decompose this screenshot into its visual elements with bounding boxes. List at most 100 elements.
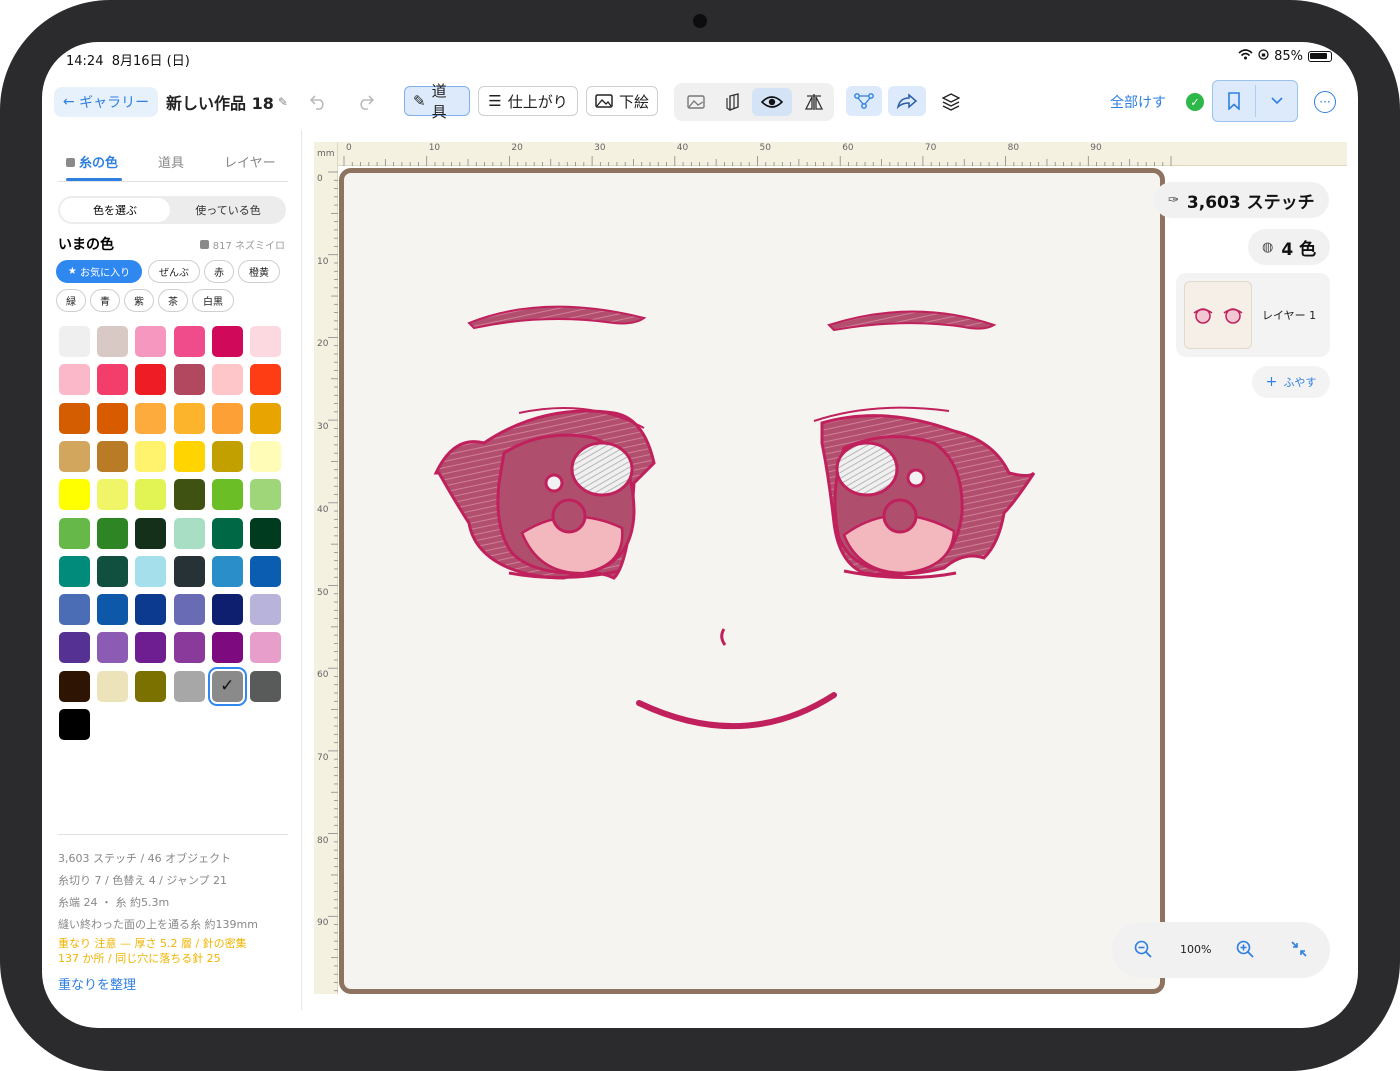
segment-pick-color[interactable]: 色を選ぶ bbox=[60, 198, 170, 222]
color-swatch[interactable] bbox=[211, 632, 243, 664]
color-swatch[interactable] bbox=[173, 670, 205, 702]
color-swatch[interactable] bbox=[173, 555, 205, 587]
color-swatch[interactable] bbox=[173, 402, 205, 434]
add-layer-button[interactable]: + ふやす bbox=[1252, 366, 1330, 398]
color-swatch[interactable] bbox=[173, 364, 205, 396]
color-swatch[interactable] bbox=[173, 517, 205, 549]
color-swatch[interactable] bbox=[97, 632, 129, 664]
right-eyebrow[interactable] bbox=[827, 310, 997, 332]
preview-eye-toggle[interactable] bbox=[752, 88, 792, 116]
color-swatch[interactable] bbox=[173, 326, 205, 357]
color-swatch[interactable] bbox=[211, 479, 243, 511]
color-swatch[interactable] bbox=[135, 402, 167, 434]
left-eye[interactable] bbox=[433, 407, 656, 580]
embroidery-hoop[interactable] bbox=[339, 168, 1165, 994]
color-swatch[interactable] bbox=[211, 402, 243, 434]
color-swatch[interactable] bbox=[173, 440, 205, 472]
tidy-overlaps-link[interactable]: 重なりを整理 bbox=[58, 974, 136, 993]
color-swatch[interactable] bbox=[97, 402, 129, 434]
layers-3d-toggle[interactable] bbox=[720, 88, 748, 116]
share-button[interactable] bbox=[888, 86, 926, 116]
color-swatch[interactable] bbox=[97, 326, 129, 357]
layer-card[interactable]: レイヤー 1 bbox=[1176, 273, 1330, 357]
color-swatch[interactable] bbox=[59, 555, 90, 587]
embroidery-design[interactable] bbox=[344, 173, 1160, 989]
zoom-out-button[interactable] bbox=[1134, 940, 1152, 962]
color-swatch[interactable] bbox=[173, 594, 205, 626]
color-swatch[interactable] bbox=[250, 555, 281, 587]
show-underlay-toggle[interactable] bbox=[682, 88, 710, 116]
redo-button[interactable] bbox=[352, 88, 380, 116]
color-swatch[interactable] bbox=[173, 479, 205, 511]
tool-mode-button[interactable]: ✎ 道具 bbox=[404, 82, 470, 121]
project-title[interactable]: 新しい作品 18 ✎ bbox=[166, 87, 288, 117]
color-swatch[interactable] bbox=[97, 364, 129, 396]
color-swatch[interactable] bbox=[211, 517, 243, 549]
color-swatch[interactable] bbox=[135, 670, 167, 702]
filter-favorites[interactable]: ★ お気に入り bbox=[56, 260, 142, 283]
color-swatch[interactable] bbox=[211, 555, 243, 587]
right-eye[interactable] bbox=[813, 406, 1036, 580]
color-swatch[interactable] bbox=[135, 479, 167, 511]
color-swatch[interactable] bbox=[250, 402, 281, 434]
gallery-back-button[interactable]: ← ギャラリー bbox=[54, 87, 158, 117]
color-swatch[interactable] bbox=[59, 364, 90, 396]
layers-button[interactable] bbox=[936, 88, 966, 116]
color-swatch[interactable] bbox=[59, 440, 90, 472]
swatch-selected[interactable]: ✓ bbox=[207, 666, 247, 706]
tab-thread-color[interactable]: 糸の色 bbox=[66, 152, 118, 171]
tab-layers[interactable]: レイヤー bbox=[224, 152, 276, 171]
color-swatch[interactable] bbox=[135, 555, 167, 587]
color-swatch[interactable] bbox=[250, 364, 281, 396]
finish-mode-button[interactable]: ☰ 仕上がり bbox=[478, 86, 578, 116]
color-swatch[interactable] bbox=[59, 326, 90, 357]
color-swatch[interactable] bbox=[97, 517, 129, 549]
color-swatch[interactable] bbox=[59, 594, 90, 626]
filter-red[interactable]: 赤 bbox=[204, 260, 234, 283]
color-swatch[interactable] bbox=[97, 440, 129, 472]
color-swatch[interactable] bbox=[97, 555, 129, 587]
color-swatch[interactable] bbox=[211, 594, 243, 626]
filter-black-white[interactable]: 白黒 bbox=[192, 289, 234, 312]
color-swatch[interactable] bbox=[59, 479, 90, 511]
color-swatch[interactable] bbox=[250, 440, 281, 472]
color-swatch[interactable] bbox=[59, 632, 90, 664]
tab-tools[interactable]: 道具 bbox=[158, 152, 184, 171]
underlay-button[interactable]: 下絵 bbox=[586, 86, 658, 116]
color-swatch[interactable] bbox=[59, 517, 90, 549]
color-swatch[interactable] bbox=[250, 632, 281, 664]
color-swatch[interactable] bbox=[59, 709, 90, 740]
filter-brown[interactable]: 茶 bbox=[158, 289, 188, 312]
color-swatch[interactable] bbox=[211, 326, 243, 357]
mouth-stitch[interactable] bbox=[636, 692, 837, 730]
color-swatch[interactable] bbox=[97, 670, 129, 702]
filter-orange-yellow[interactable]: 橙黄 bbox=[238, 260, 280, 283]
color-swatch[interactable] bbox=[211, 364, 243, 396]
color-swatch[interactable] bbox=[135, 632, 167, 664]
undo-button[interactable] bbox=[304, 88, 332, 116]
color-swatch[interactable] bbox=[135, 326, 167, 357]
color-swatch[interactable] bbox=[250, 517, 281, 549]
fit-to-screen-button[interactable] bbox=[1290, 940, 1308, 962]
more-options-button[interactable]: ··· bbox=[1314, 91, 1336, 113]
color-swatch[interactable] bbox=[173, 632, 205, 664]
path-edit-button[interactable] bbox=[846, 86, 882, 116]
segment-used-colors[interactable]: 使っている色 bbox=[172, 198, 284, 222]
color-swatch[interactable] bbox=[250, 594, 281, 626]
color-swatch[interactable] bbox=[135, 364, 167, 396]
filter-all[interactable]: ぜんぶ bbox=[148, 260, 200, 283]
left-eyebrow[interactable] bbox=[467, 305, 647, 330]
mirror-toggle[interactable] bbox=[800, 88, 828, 116]
color-swatch[interactable] bbox=[97, 479, 129, 511]
color-swatch[interactable] bbox=[135, 440, 167, 472]
filter-green[interactable]: 緑 bbox=[56, 289, 86, 312]
color-swatch[interactable] bbox=[250, 479, 281, 511]
filter-blue[interactable]: 青 bbox=[90, 289, 120, 312]
bookmark-button[interactable] bbox=[1212, 80, 1298, 122]
color-swatch[interactable] bbox=[135, 517, 167, 549]
color-swatch[interactable] bbox=[59, 670, 90, 702]
color-swatch[interactable] bbox=[250, 670, 281, 702]
color-swatch[interactable] bbox=[211, 440, 243, 472]
color-swatch[interactable] bbox=[59, 402, 90, 434]
nose-stitch[interactable] bbox=[720, 628, 727, 646]
